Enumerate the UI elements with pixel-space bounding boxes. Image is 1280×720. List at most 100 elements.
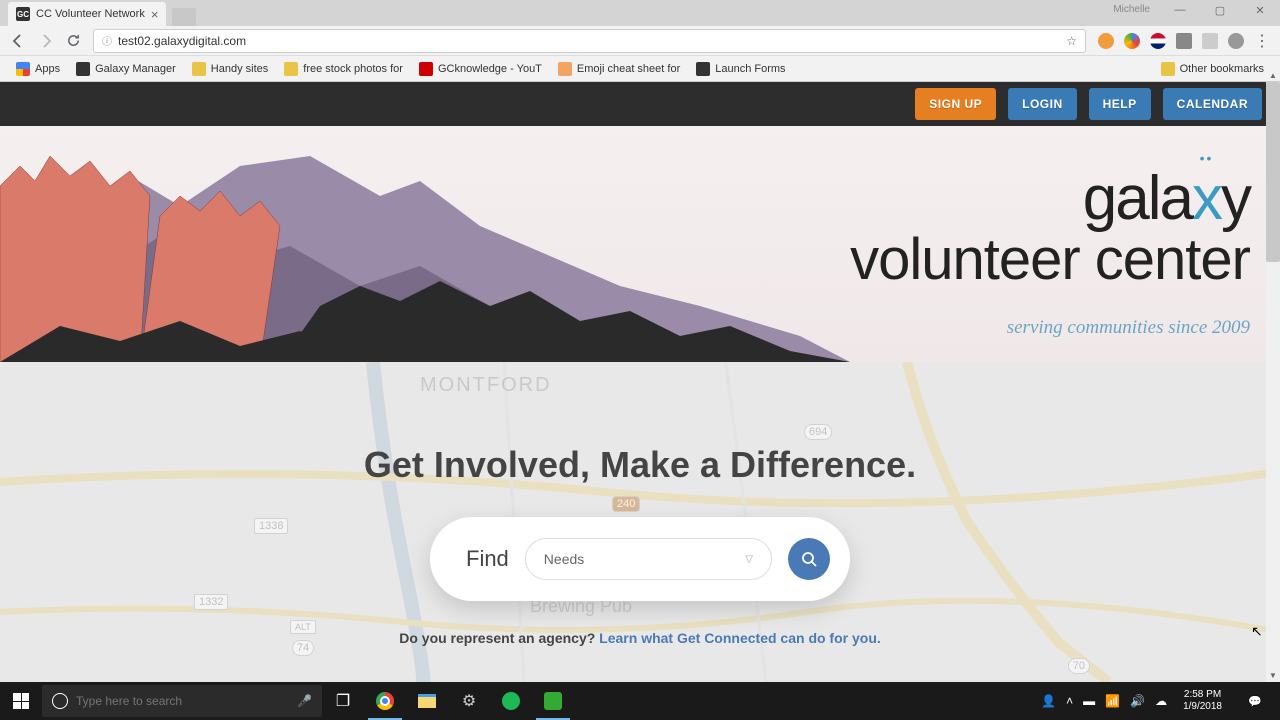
- task-view-button[interactable]: ❐: [322, 682, 364, 720]
- chrome-taskbar-icon[interactable]: [364, 682, 406, 720]
- headline: Get Involved, Make a Difference.: [364, 444, 916, 486]
- map-route-alt: ALT: [290, 620, 316, 634]
- search-pill: Find Needs ▽: [430, 517, 850, 601]
- logo-line2: volunteer center: [850, 231, 1250, 289]
- agency-prompt: Do you represent an agency? Learn what G…: [399, 630, 881, 646]
- apps-button[interactable]: Apps: [10, 59, 66, 79]
- select-value: Needs: [544, 551, 584, 567]
- bookmark-icon: [192, 62, 206, 76]
- tab-bar: GC CC Volunteer Network ×: [0, 0, 1280, 26]
- bookmark-icon: [696, 62, 710, 76]
- other-bookmarks[interactable]: Other bookmarks: [1155, 59, 1270, 79]
- scroll-thumb[interactable]: [1266, 82, 1280, 262]
- extension-icon[interactable]: [1150, 33, 1166, 49]
- mic-icon[interactable]: 🎤: [297, 694, 312, 708]
- wifi-icon[interactable]: 📶: [1105, 694, 1120, 708]
- browser-tab[interactable]: GC CC Volunteer Network ×: [8, 2, 166, 26]
- cortana-icon: [52, 693, 68, 709]
- maximize-button[interactable]: ▢: [1200, 0, 1240, 20]
- action-center-icon[interactable]: 💬: [1238, 682, 1272, 720]
- tagline: serving communities since 2009: [850, 317, 1250, 339]
- calendar-button[interactable]: CALENDAR: [1163, 88, 1262, 120]
- close-window-button[interactable]: ✕: [1240, 0, 1280, 20]
- site-nav: SIGN UP LOGIN HELP CALENDAR: [0, 82, 1280, 126]
- scroll-up-icon[interactable]: ▲: [1266, 68, 1280, 82]
- extension-icon[interactable]: [1098, 33, 1114, 49]
- search-icon: [801, 551, 817, 567]
- chevron-down-icon: ▽: [745, 554, 753, 565]
- category-select[interactable]: Needs ▽: [525, 538, 772, 580]
- page-content: SIGN UP LOGIN HELP CALENDAR galaxy volun…: [0, 82, 1280, 720]
- back-button[interactable]: [10, 33, 26, 49]
- bookmark-item[interactable]: GCknowledge - YouT: [413, 59, 548, 79]
- scroll-down-icon[interactable]: ▼: [1266, 668, 1280, 682]
- search-button[interactable]: [788, 538, 830, 580]
- people-icon[interactable]: 👤: [1041, 694, 1056, 708]
- favicon-icon: GC: [16, 7, 30, 21]
- bookmarks-bar: Apps Galaxy ManagerHandy sitesfree stock…: [0, 56, 1280, 82]
- map-route-1338: 1338: [254, 518, 288, 534]
- taskbar-apps: ❐ ⚙: [322, 682, 574, 720]
- url-text: test02.galaxydigital.com: [118, 34, 246, 48]
- url-input[interactable]: ⓘ test02.galaxydigital.com ☆: [93, 29, 1086, 53]
- window-controls: — ▢ ✕: [1160, 0, 1280, 20]
- bookmark-icon: [419, 62, 433, 76]
- map-label-montford: MONTFORD: [420, 374, 552, 397]
- hero-text: galaxy volunteer center serving communit…: [850, 171, 1250, 339]
- help-button[interactable]: HELP: [1089, 88, 1151, 120]
- spotify-taskbar-icon[interactable]: [490, 682, 532, 720]
- login-button[interactable]: LOGIN: [1008, 88, 1077, 120]
- forward-button[interactable]: [38, 33, 54, 49]
- bookmark-icon: [76, 62, 90, 76]
- site-info-icon[interactable]: ⓘ: [102, 33, 112, 48]
- find-label: Find: [466, 546, 509, 572]
- search-section: MONTFORD 694 1338 1332 ALT 74 240 70 Bre…: [0, 362, 1280, 682]
- bookmark-item[interactable]: free stock photos for: [278, 59, 409, 79]
- start-button[interactable]: [0, 682, 42, 720]
- extension-icon[interactable]: [1202, 33, 1218, 49]
- chrome-profile-name[interactable]: Michelle: [1113, 4, 1150, 15]
- taskbar: 🎤 ❐ ⚙ 👤 ˄ ▬ 📶 🔊 ☁ 2:58 PM 1/9/2018 💬: [0, 682, 1280, 720]
- vertical-scrollbar[interactable]: ▲ ▼: [1266, 82, 1280, 682]
- map-route-74: 74: [292, 640, 314, 656]
- apps-icon: [16, 62, 30, 76]
- clock[interactable]: 2:58 PM 1/9/2018: [1177, 689, 1228, 713]
- map-route-240: 240: [612, 496, 640, 512]
- logo-line1: galaxy: [850, 171, 1250, 227]
- bookmark-item[interactable]: Emoji cheat sheet for: [552, 59, 686, 79]
- onedrive-icon[interactable]: ☁: [1155, 694, 1167, 708]
- bookmark-item[interactable]: Handy sites: [186, 59, 274, 79]
- extension-icon[interactable]: [1228, 33, 1244, 49]
- extension-icon[interactable]: [1176, 33, 1192, 49]
- bookmark-item[interactable]: Launch Forms: [690, 59, 791, 79]
- system-tray: 👤 ˄ ▬ 📶 🔊 ☁ 2:58 PM 1/9/2018 💬: [1033, 682, 1280, 720]
- hero-banner: galaxy volunteer center serving communit…: [0, 126, 1280, 362]
- extension-icon[interactable]: [1124, 33, 1140, 49]
- camtasia-taskbar-icon[interactable]: [532, 682, 574, 720]
- tray-chevron-icon[interactable]: ˄: [1066, 694, 1073, 708]
- extension-icons: ⋮: [1098, 31, 1270, 51]
- close-tab-icon[interactable]: ×: [151, 7, 159, 22]
- signup-button[interactable]: SIGN UP: [915, 88, 996, 120]
- settings-taskbar-icon[interactable]: ⚙: [448, 682, 490, 720]
- battery-icon[interactable]: ▬: [1083, 694, 1095, 708]
- chrome-menu-icon[interactable]: ⋮: [1254, 31, 1270, 51]
- windows-logo-icon: [13, 693, 29, 709]
- cortana-search[interactable]: 🎤: [42, 685, 322, 717]
- address-bar: ⓘ test02.galaxydigital.com ☆ ⋮: [0, 26, 1280, 56]
- bookmark-star-icon[interactable]: ☆: [1066, 34, 1077, 48]
- bookmark-icon: [284, 62, 298, 76]
- minimize-button[interactable]: —: [1160, 0, 1200, 20]
- explorer-taskbar-icon[interactable]: [406, 682, 448, 720]
- reload-button[interactable]: [66, 33, 81, 48]
- bookmark-item[interactable]: Galaxy Manager: [70, 59, 182, 79]
- map-route-1332: 1332: [194, 594, 228, 610]
- folder-icon: [1161, 62, 1175, 76]
- agency-link[interactable]: Learn what Get Connected can do for you.: [599, 630, 881, 646]
- map-route-70: 70: [1068, 658, 1090, 674]
- new-tab-button[interactable]: [172, 8, 196, 26]
- taskbar-search-input[interactable]: [76, 694, 289, 708]
- volume-icon[interactable]: 🔊: [1130, 694, 1145, 708]
- tab-title: CC Volunteer Network: [36, 8, 145, 20]
- mountain-illustration: [0, 126, 850, 362]
